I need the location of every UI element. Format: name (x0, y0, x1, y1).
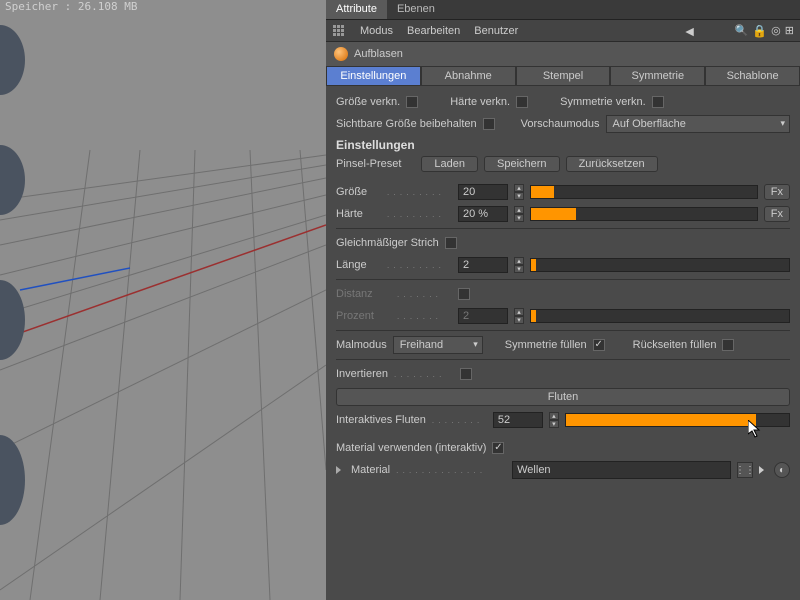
subtab-abnahme[interactable]: Abnahme (421, 66, 516, 86)
material-clear-icon[interactable]: ◐ (774, 462, 790, 478)
dropdown-malmodus[interactable]: Freihand (393, 336, 483, 354)
checkbox-rueckseiten[interactable] (722, 339, 734, 351)
material-picker-icon[interactable] (759, 466, 764, 474)
target-icon[interactable]: ◎ (771, 24, 781, 37)
menu-bearbeiten[interactable]: Bearbeiten (407, 25, 460, 37)
settings-content: Größe verkn. Härte verkn. Symmetrie verk… (326, 86, 800, 488)
label-gleichmaessiger: Gleichmäßiger Strich (336, 237, 439, 249)
input-prozent: 2 (458, 308, 508, 324)
sub-tabs: Einstellungen Abnahme Stempel Symmetrie … (326, 66, 800, 86)
checkbox-distanz[interactable] (458, 288, 470, 300)
lock-icon[interactable]: 🔒 (752, 24, 767, 38)
label-material: Material (351, 464, 390, 476)
btn-laden[interactable]: Laden (421, 156, 478, 172)
label-groesse-verkn: Größe verkn. (336, 96, 400, 108)
dots: . . . . . . . (397, 290, 452, 299)
panel-menu: Modus Bearbeiten Benutzer ◄ 🔍 🔒 ◎ ⊞ (326, 20, 800, 42)
subtab-schablone[interactable]: Schablone (705, 66, 800, 86)
btn-fluten[interactable]: Fluten (336, 388, 790, 406)
label-malmodus: Malmodus (336, 339, 387, 351)
viewport-memory-info: Speicher : 26.108 MB (5, 0, 137, 13)
checkbox-material-verwenden[interactable] (492, 442, 504, 454)
new-icon[interactable]: ⊞ (785, 24, 794, 37)
input-haerte[interactable]: 20 % (458, 206, 508, 222)
subtab-einstellungen[interactable]: Einstellungen (326, 66, 421, 86)
viewport-grid (0, 0, 326, 600)
attribute-panel: Attribute Ebenen Modus Bearbeiten Benutz… (326, 0, 800, 600)
btn-fx-haerte[interactable]: Fx (764, 206, 790, 222)
dots: . . . . . . . . (432, 416, 487, 425)
arrow-left-icon[interactable]: ◄ (683, 23, 697, 39)
btn-zuruecksetzen[interactable]: Zurücksetzen (566, 156, 658, 172)
viewport-3d[interactable]: Speicher : 26.108 MB (0, 0, 326, 600)
slider-laenge[interactable] (530, 258, 790, 272)
field-material[interactable]: Wellen (512, 461, 731, 479)
search-icon[interactable]: 🔍 (735, 24, 749, 37)
tool-header: Aufblasen (326, 42, 800, 66)
label-symmetrie-verkn: Symmetrie verkn. (560, 96, 646, 108)
spinner-prozent: ▴▾ (514, 308, 524, 324)
tool-name: Aufblasen (354, 48, 403, 60)
label-haerte-verkn: Härte verkn. (450, 96, 510, 108)
checkbox-symmetrie-fuellen[interactable] (593, 339, 605, 351)
dots: . . . . . . . . . (387, 261, 452, 270)
label-pinsel-preset: Pinsel-Preset (336, 158, 401, 170)
dots: . . . . . . . . . (387, 210, 452, 219)
slider-groesse[interactable] (530, 185, 758, 199)
label-material-verwenden: Material verwenden (interaktiv) (336, 442, 486, 454)
dots: . . . . . . . . . . . . . . (396, 466, 506, 475)
inflate-tool-icon (334, 47, 348, 61)
checkbox-groesse-verkn[interactable] (406, 96, 418, 108)
subtab-symmetrie[interactable]: Symmetrie (610, 66, 705, 86)
slider-prozent (530, 309, 790, 323)
checkbox-sichtbare-groesse[interactable] (483, 118, 495, 130)
dropdown-vorschaumodus[interactable]: Auf Oberfläche (606, 115, 790, 133)
subtab-stempel[interactable]: Stempel (516, 66, 611, 86)
label-vorschaumodus: Vorschaumodus (521, 118, 600, 130)
label-laenge: Länge (336, 259, 381, 271)
spinner-haerte[interactable]: ▴▾ (514, 206, 524, 222)
btn-fx-groesse[interactable]: Fx (764, 184, 790, 200)
input-laenge[interactable]: 2 (458, 257, 508, 273)
section-einstellungen: Einstellungen (336, 138, 790, 152)
slider-haerte[interactable] (530, 207, 758, 221)
panel-tabs: Attribute Ebenen (326, 0, 800, 20)
spinner-laenge[interactable]: ▴▾ (514, 257, 524, 273)
material-options-icon[interactable]: ⋮⋮ (737, 462, 753, 478)
grid-icon[interactable] (332, 24, 346, 38)
slider-interaktives-fluten[interactable] (565, 413, 790, 427)
label-groesse: Größe (336, 186, 381, 198)
dots: . . . . . . . . (394, 370, 454, 379)
checkbox-invertieren[interactable] (460, 368, 472, 380)
label-sichtbare-groesse: Sichtbare Größe beibehalten (336, 118, 477, 130)
label-rueckseiten: Rückseiten füllen (633, 339, 717, 351)
tab-attribute[interactable]: Attribute (326, 0, 387, 19)
expand-triangle-icon[interactable] (336, 466, 341, 474)
menu-modus[interactable]: Modus (360, 25, 393, 37)
label-symmetrie-fuellen: Symmetrie füllen (505, 339, 587, 351)
label-interaktives-fluten: Interaktives Fluten (336, 414, 426, 426)
btn-speichern[interactable]: Speichern (484, 156, 560, 172)
menu-benutzer[interactable]: Benutzer (474, 25, 518, 37)
label-invertieren: Invertieren (336, 368, 388, 380)
checkbox-symmetrie-verkn[interactable] (652, 96, 664, 108)
dots: . . . . . . . (397, 312, 452, 321)
label-prozent: Prozent (336, 310, 391, 322)
input-interaktives-fluten[interactable]: 52 (493, 412, 543, 428)
checkbox-haerte-verkn[interactable] (516, 96, 528, 108)
label-distanz: Distanz (336, 288, 391, 300)
dots: . . . . . . . . . (387, 188, 452, 197)
input-groesse[interactable]: 20 (458, 184, 508, 200)
spinner-fluten[interactable]: ▴▾ (549, 412, 559, 428)
checkbox-gleichmaessiger[interactable] (445, 237, 457, 249)
label-haerte: Härte (336, 208, 381, 220)
spinner-groesse[interactable]: ▴▾ (514, 184, 524, 200)
tab-ebenen[interactable]: Ebenen (387, 0, 445, 19)
